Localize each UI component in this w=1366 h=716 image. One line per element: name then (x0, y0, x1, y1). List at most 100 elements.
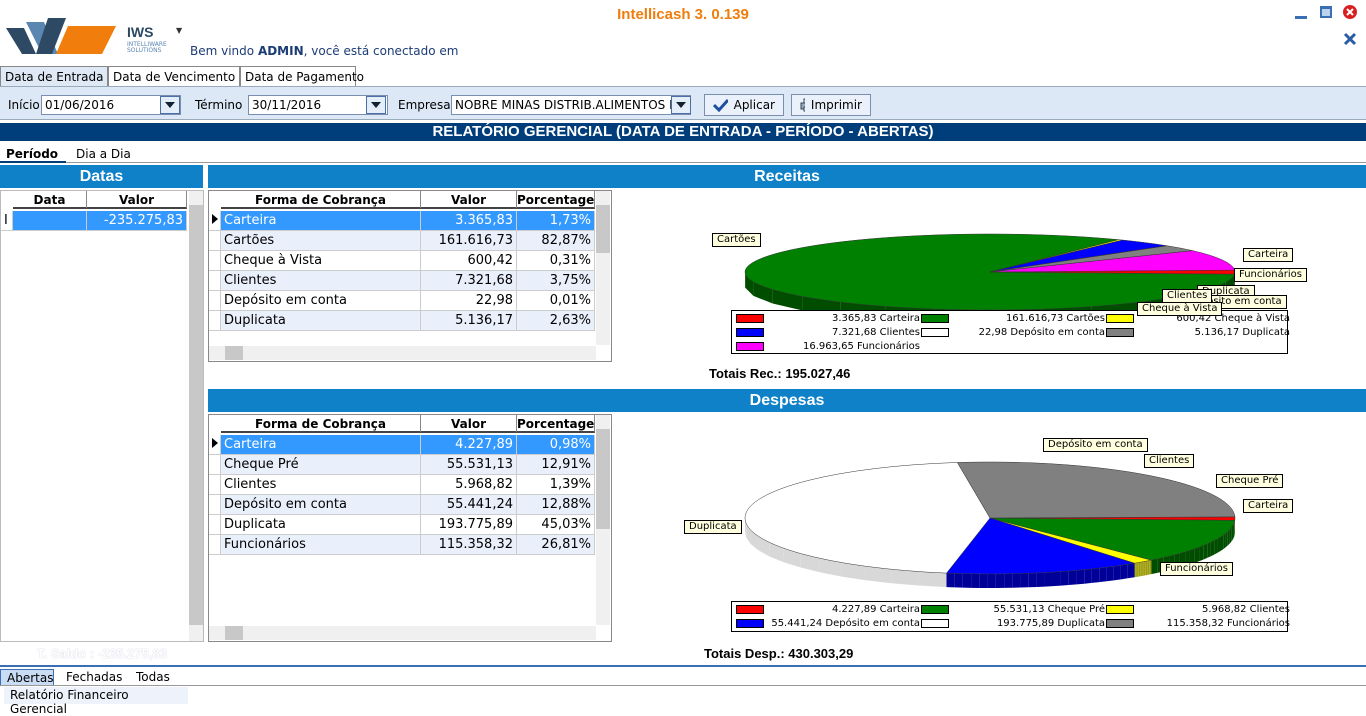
pie-side (1029, 573, 1037, 587)
table-row[interactable]: Cheque Pré55.531,1312,91% (209, 455, 595, 475)
pie-label: Depósito em conta (1043, 438, 1148, 452)
table-row[interactable]: I -235.275,83 (1, 211, 187, 231)
pie-label: Clientes (1162, 289, 1212, 303)
minimize-icon[interactable] (1294, 6, 1308, 20)
tab-data-de-pagamento[interactable]: Data de Pagamento (240, 66, 356, 86)
tab-data-de-vencimento[interactable]: Data de Vencimento (108, 66, 240, 86)
close-tab-icon[interactable] (1343, 32, 1357, 46)
tab-todas[interactable]: Todas (130, 669, 180, 686)
header-valor[interactable]: Valor (421, 415, 517, 433)
legend-swatch (1106, 328, 1134, 337)
legend-text: 4.227,89 Carteira (770, 604, 920, 615)
legend-item: 4.227,89 Carteira (736, 603, 920, 616)
tab-abertas[interactable]: Abertas (0, 669, 54, 686)
legend-swatch (1106, 314, 1134, 323)
pie-side (1149, 561, 1150, 575)
table-row[interactable]: Funcionários115.358,3226,81% (209, 535, 595, 555)
header-forma[interactable]: Forma de Cobrança (221, 191, 421, 209)
table-row[interactable]: Cheque à Vista600,420,31% (209, 251, 595, 271)
legend-item: 22,98 Depósito em conta (921, 326, 1105, 339)
pie-side (1234, 522, 1235, 538)
datas-vertical-scrollbar[interactable] (189, 191, 203, 641)
pie-side (1084, 569, 1092, 584)
legend-swatch (736, 328, 764, 337)
tab-fechadas[interactable]: Fechadas (60, 669, 126, 686)
pie-side (1199, 546, 1203, 562)
pie-side (971, 574, 979, 588)
table-row[interactable]: Depósito em conta55.441,2412,88% (209, 495, 595, 515)
cell-valor: 4.227,89 (421, 435, 517, 455)
pie-side (1141, 562, 1142, 576)
imprimir-button[interactable]: Imprimir (791, 94, 871, 116)
table-row[interactable]: Duplicata5.136,172,63% (209, 311, 595, 331)
legend-item: 7.321,68 Clientes (736, 326, 920, 339)
despesas-horizontal-scrollbar[interactable] (209, 626, 596, 640)
aplicar-button[interactable]: Aplicar (704, 94, 784, 116)
table-row[interactable]: Clientes7.321,683,75% (209, 271, 595, 291)
datas-header-data[interactable]: Data (13, 191, 87, 209)
empresa-dropdown-button[interactable] (671, 96, 691, 114)
header-porcentagem[interactable]: Porcentagem (517, 191, 595, 209)
pie-side (918, 572, 946, 588)
tab-periodo[interactable]: Período (0, 146, 66, 163)
pie-side (1149, 560, 1150, 574)
cell-forma: Cartões (221, 231, 421, 251)
header-porcentagem[interactable]: Porcentagem (517, 415, 595, 433)
cell-valor: 55.531,13 (421, 455, 517, 475)
table-row[interactable]: Clientes5.968,821,39% (209, 475, 595, 495)
cell-pct: 3,75% (517, 271, 595, 291)
row-indicator (209, 495, 221, 515)
cell-forma: Carteira (221, 211, 421, 231)
table-row[interactable]: Cartões161.616,7382,87% (209, 231, 595, 251)
imprimir-label: Imprimir (811, 98, 862, 112)
tab-dia-a-dia[interactable]: Dia a Dia (70, 146, 146, 163)
pie-side (1135, 563, 1136, 577)
pie-side (1138, 562, 1139, 576)
termino-dropdown-button[interactable] (366, 96, 386, 114)
row-indicator (209, 515, 221, 535)
pie-side (1144, 561, 1145, 575)
legend-text: 161.616,73 Cartões (955, 313, 1105, 324)
close-icon[interactable] (1343, 5, 1357, 19)
receitas-vertical-scrollbar[interactable] (596, 191, 610, 345)
cell-forma: Clientes (221, 475, 421, 495)
pie-label: Carteira (1243, 499, 1293, 513)
pie-side (1128, 563, 1135, 578)
table-row[interactable]: Carteira3.365,831,73% (209, 211, 595, 231)
pie-side (1107, 566, 1114, 581)
pie-side (1151, 560, 1152, 574)
pie-slice[interactable] (957, 462, 1235, 518)
row-indicator (209, 435, 221, 455)
table-row[interactable]: Duplicata193.775,8945,03% (209, 515, 595, 535)
pie-side (1150, 560, 1151, 574)
pie-side (1045, 572, 1053, 586)
tab-data-de-entrada[interactable]: Data de Entrada (0, 66, 108, 86)
despesas-title: Despesas (208, 389, 1366, 412)
maximize-icon[interactable] (1319, 5, 1333, 19)
legend-text: 55.441,24 Depósito em conta (770, 618, 920, 629)
empresa-select[interactable]: NOBRE MINAS DISTRIB.ALIMENTOS E (451, 95, 691, 115)
pie-side (1069, 570, 1077, 585)
tab-relatorio-financeiro-gerencial[interactable]: Relatório Financeiro Gerencial (4, 687, 188, 704)
legend-text: 115.358,32 Funcionários (1140, 618, 1290, 629)
inicio-dropdown-button[interactable] (160, 96, 180, 114)
table-row[interactable]: Depósito em conta22,980,01% (209, 291, 595, 311)
receitas-horizontal-scrollbar[interactable] (209, 346, 596, 360)
cell-pct: 0,98% (517, 435, 595, 455)
pie-side (1139, 562, 1140, 576)
despesas-vertical-scrollbar[interactable] (596, 415, 610, 625)
legend-text: 7.321,68 Clientes (770, 327, 920, 338)
cell-forma: Depósito em conta (221, 495, 421, 515)
cell-pct: 82,87% (517, 231, 595, 251)
legend-swatch (1106, 605, 1134, 614)
logo-dropdown-icon[interactable]: ▼ (176, 26, 182, 35)
iws-logo (6, 18, 118, 60)
pie-side (1137, 563, 1138, 577)
cell-forma: Funcionários (221, 535, 421, 555)
header-valor[interactable]: Valor (421, 191, 517, 209)
table-row[interactable]: Carteira4.227,890,98% (209, 435, 595, 455)
header-forma[interactable]: Forma de Cobrança (221, 415, 421, 433)
receitas-total: Totais Rec.: 195.027,46 (709, 366, 850, 381)
pie-label: Funcionários (1160, 562, 1233, 576)
datas-header-valor[interactable]: Valor (87, 191, 187, 209)
